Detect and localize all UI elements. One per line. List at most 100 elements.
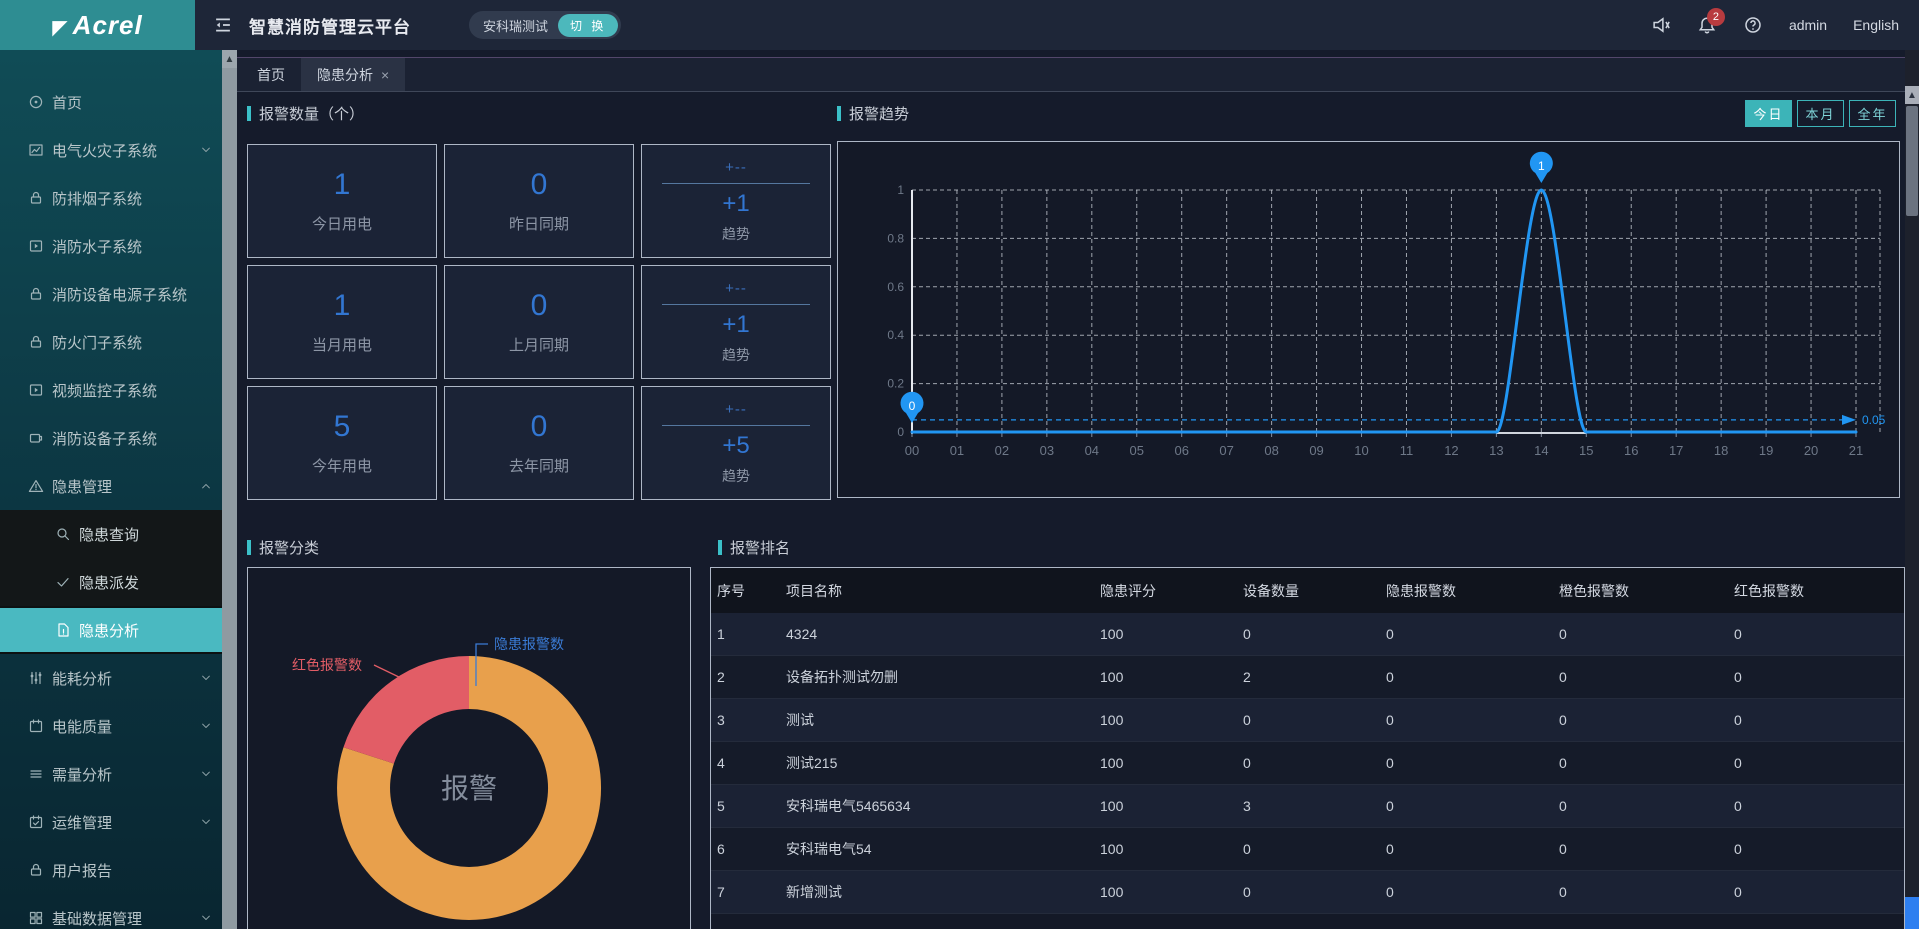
sidebar-item-hazard-dispatch[interactable]: 隐患派发	[0, 558, 222, 606]
stat-value: 1	[334, 289, 351, 322]
ranking-table-header: 序号项目名称隐患评分设备数量隐患报警数橙色报警数红色报警数	[711, 568, 1904, 613]
svg-text:12: 12	[1444, 443, 1458, 458]
sidebar-item-label: 隐患管理	[52, 476, 200, 497]
lock-icon	[28, 190, 44, 206]
cell: 0	[1243, 626, 1386, 642]
stat-label: 今年用电	[312, 455, 372, 476]
table-row[interactable]: 7新增测试1000000	[711, 871, 1904, 914]
table-row[interactable]: 4测试2151000000	[711, 742, 1904, 785]
cell: 100	[1100, 755, 1243, 771]
sidebar-item-label: 防火门子系统	[52, 332, 212, 353]
svg-text:07: 07	[1219, 443, 1233, 458]
scroll-up-icon[interactable]: ▲	[1905, 86, 1919, 104]
tab-hazard-analysis[interactable]: 隐患分析 ×	[301, 58, 405, 91]
sidebar-item-energy-analysis[interactable]: 能耗分析	[0, 654, 222, 702]
cell: 0	[1386, 712, 1559, 728]
cell: 0	[1734, 669, 1904, 685]
cell: 0	[1243, 755, 1386, 771]
sidebar-scrollbar[interactable]: ▲	[222, 50, 237, 929]
sidebar-item-video-monitor[interactable]: 视频监控子系统	[0, 366, 222, 414]
sidebar-item-power-quality[interactable]: 电能质量	[0, 702, 222, 750]
chevron-up-icon	[200, 480, 212, 492]
notification-bell-icon[interactable]: 2	[1697, 15, 1717, 35]
ranking-table-body: 1432410000002设备拓扑测试勿删10020003测试10000004测…	[711, 613, 1904, 914]
column-header: 设备数量	[1243, 581, 1386, 601]
table-row[interactable]: 2设备拓扑测试勿删1002000	[711, 656, 1904, 699]
sidebar-item-hazard-analysis[interactable]: 隐患分析	[0, 606, 222, 654]
svg-text:11: 11	[1400, 443, 1414, 458]
scrollbar-thumb[interactable]	[1906, 106, 1918, 216]
sidebar-item-hazard-query[interactable]: 隐患查询	[0, 510, 222, 558]
trend-symbol: +--	[725, 401, 747, 418]
column-header: 隐患报警数	[1386, 581, 1559, 601]
svg-text:01: 01	[950, 443, 964, 458]
sidebar-item-user-report[interactable]: 用户报告	[0, 846, 222, 894]
alarm-count-cards: 1今日用电0昨日同期+--+1趋势1当月用电0上月同期+--+1趋势5今年用电0…	[247, 144, 831, 500]
trend-card-8: +--+5趋势	[641, 386, 831, 500]
stat-label: 今日用电	[312, 213, 372, 234]
stat-card-6: 5今年用电	[247, 386, 437, 500]
svg-text:0.6: 0.6	[887, 280, 904, 294]
sidebar-item-electrical-fire[interactable]: 电气火灾子系统	[0, 126, 222, 174]
table-row[interactable]: 143241000000	[711, 613, 1904, 656]
lock-icon	[28, 334, 44, 350]
cell: 安科瑞电气5465634	[786, 796, 1100, 816]
page-scrollbar[interactable]: ▲	[1905, 50, 1919, 929]
table-row[interactable]: 5安科瑞电气54656341003000	[711, 785, 1904, 828]
speaker-mute-icon[interactable]	[1651, 15, 1671, 35]
scroll-up-icon[interactable]: ▲	[222, 50, 237, 68]
alarm-trend-title: 报警趋势	[837, 103, 909, 124]
sidebar-item-fire-door[interactable]: 防火门子系统	[0, 318, 222, 366]
sidebar-collapse-icon[interactable]	[213, 15, 233, 35]
sidebar-item-hazard-management[interactable]: 隐患管理	[0, 462, 222, 510]
scrollbar-bottom-thumb[interactable]	[1905, 897, 1919, 929]
tab-home[interactable]: 首页	[241, 58, 301, 91]
cell: 6	[717, 841, 786, 857]
play-icon	[28, 238, 44, 254]
cell: 0	[1559, 884, 1734, 900]
cell: 0	[1734, 841, 1904, 857]
sidebar-item-label: 需量分析	[52, 764, 200, 785]
help-icon[interactable]	[1743, 15, 1763, 35]
range-button-1[interactable]: 本月	[1797, 100, 1844, 127]
svg-text:16: 16	[1624, 443, 1638, 458]
alarm-ranking-panel: 序号项目名称隐患评分设备数量隐患报警数橙色报警数红色报警数 1432410000…	[710, 567, 1905, 929]
cell: 0	[1734, 712, 1904, 728]
sidebar-item-fire-water[interactable]: 消防水子系统	[0, 222, 222, 270]
chevron-down-icon	[200, 816, 212, 828]
cell: 4324	[786, 626, 1100, 642]
current-user[interactable]: admin	[1789, 17, 1827, 33]
sidebar-item-fire-equipment-power[interactable]: 消防设备电源子系统	[0, 270, 222, 318]
topbar-actions: 2 admin English	[1651, 15, 1919, 35]
range-button-2[interactable]: 全年	[1849, 100, 1896, 127]
acrel-logo: ◤Acrel	[0, 0, 195, 50]
sidebar-item-label: 消防设备子系统	[52, 428, 212, 449]
sidebar-item-label: 隐患查询	[79, 524, 212, 545]
chevron-down-icon	[200, 912, 212, 924]
stat-card-0: 1今日用电	[247, 144, 437, 258]
trend-divider	[662, 425, 810, 426]
sidebar-item-home[interactable]: 首页	[0, 78, 222, 126]
trend-card-5: +--+1趋势	[641, 265, 831, 379]
sidebar-item-fire-equipment[interactable]: 消防设备子系统	[0, 414, 222, 462]
cell: 0	[1734, 755, 1904, 771]
sidebar-item-smoke-exhaust[interactable]: 防排烟子系统	[0, 174, 222, 222]
sidebar-item-demand-analysis[interactable]: 需量分析	[0, 750, 222, 798]
cell: 0	[1243, 841, 1386, 857]
sidebar-item-base-data[interactable]: 基础数据管理	[0, 894, 222, 929]
sidebar-item-ops-management[interactable]: 运维管理	[0, 798, 222, 846]
top-bar: ◤Acrel 智慧消防管理云平台 安科瑞测试 切 换 2	[0, 0, 1919, 50]
tab-close-icon[interactable]: ×	[381, 67, 389, 83]
trend-divider	[662, 183, 810, 184]
language-switch[interactable]: English	[1853, 17, 1899, 33]
switch-org-button[interactable]: 切 换	[558, 14, 618, 37]
svg-text:报警: 报警	[441, 773, 497, 804]
range-button-0[interactable]: 今日	[1745, 100, 1792, 127]
trend-range-buttons: 今日本月全年	[1745, 100, 1896, 127]
search-icon	[55, 526, 71, 542]
cell: 100	[1100, 884, 1243, 900]
lock-icon	[28, 286, 44, 302]
svg-text:15: 15	[1579, 443, 1593, 458]
table-row[interactable]: 3测试1000000	[711, 699, 1904, 742]
table-row[interactable]: 6安科瑞电气541000000	[711, 828, 1904, 871]
